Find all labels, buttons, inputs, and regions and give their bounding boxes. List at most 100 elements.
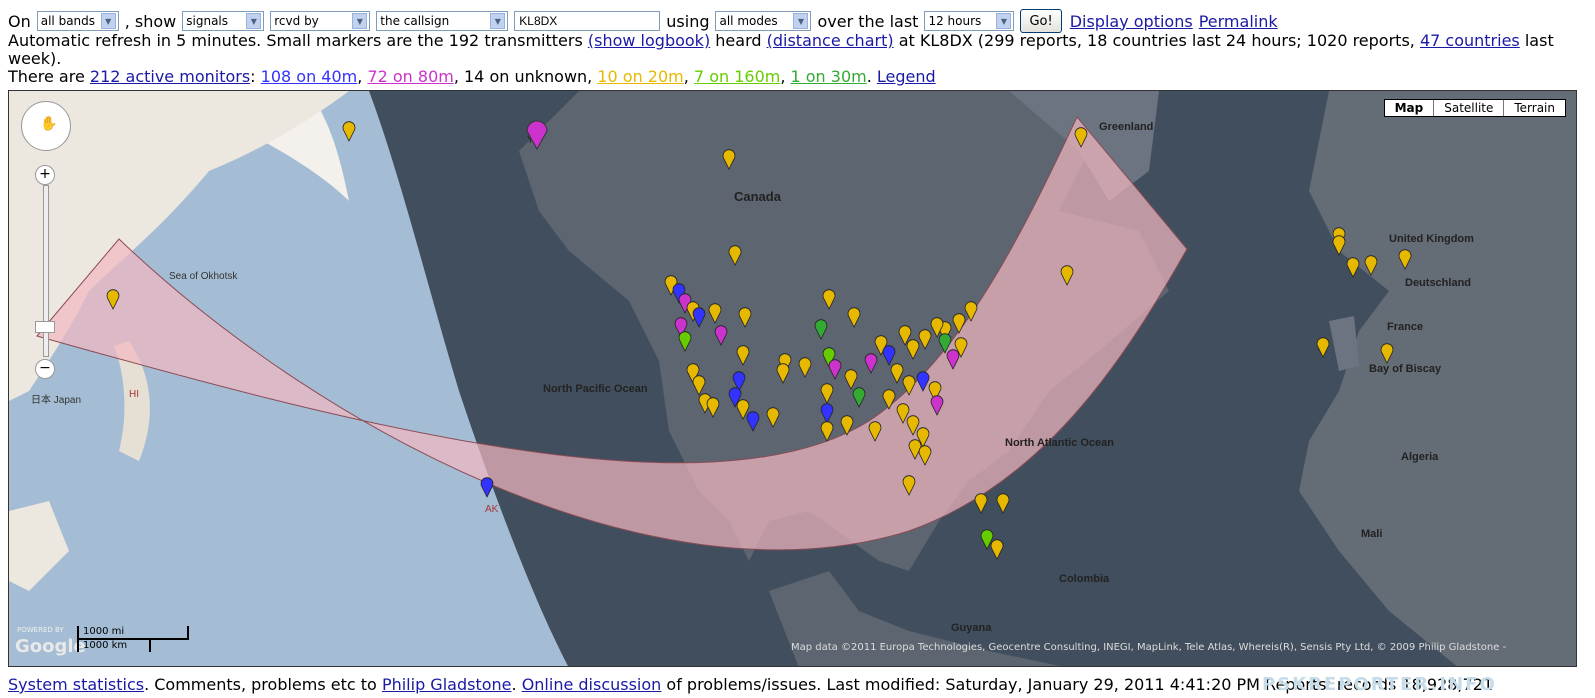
map-marker-icon[interactable] — [736, 345, 750, 366]
show-select[interactable]: signals ▼ — [182, 11, 265, 31]
modes-select[interactable]: all modes ▼ — [715, 11, 812, 31]
countries-link[interactable]: 47 countries — [1420, 31, 1520, 50]
map-marker-icon[interactable] — [714, 325, 728, 346]
author-link[interactable]: Philip Gladstone — [382, 675, 512, 694]
map-marker-icon[interactable] — [964, 301, 978, 322]
map-marker-icon[interactable] — [820, 403, 834, 424]
map-marker-icon[interactable] — [1380, 343, 1394, 364]
map-marker-icon[interactable] — [974, 493, 988, 514]
pan-control[interactable]: ✋ — [21, 101, 71, 151]
map-marker-icon[interactable] — [990, 539, 1004, 560]
chevron-down-icon: ▼ — [490, 13, 506, 29]
map-marker-icon[interactable] — [918, 445, 932, 466]
map-marker-icon[interactable] — [822, 289, 836, 310]
map-marker-icon[interactable] — [1060, 265, 1074, 286]
show-logbook-link[interactable]: (show logbook) — [588, 31, 710, 50]
markers-layer — [106, 120, 1412, 560]
bands-select[interactable]: all bands ▼ — [36, 11, 119, 31]
over-label: over the last — [817, 11, 919, 31]
callsign-input[interactable] — [514, 11, 661, 31]
map-type-terrain-button[interactable]: Terrain — [1503, 100, 1565, 116]
map-marker-icon[interactable] — [916, 371, 930, 392]
map-marker-icon[interactable] — [692, 375, 706, 396]
band-160m-link[interactable]: 7 on 160m — [694, 67, 780, 86]
map-marker-icon[interactable] — [828, 359, 842, 380]
summary-text: Automatic refresh in 5 minutes. Small ma… — [8, 31, 1554, 68]
map-view[interactable]: Canada Greenland North Pacific Ocean Nor… — [8, 90, 1577, 667]
map-marker-icon[interactable] — [852, 387, 866, 408]
band-40m-link[interactable]: 108 on 40m — [261, 67, 358, 86]
map-marker-icon[interactable] — [480, 477, 494, 498]
map-marker-icon[interactable] — [746, 411, 760, 432]
on-label: On — [8, 11, 31, 31]
map-marker-icon[interactable] — [840, 415, 854, 436]
map-marker-icon[interactable] — [728, 245, 742, 266]
display-options-link[interactable]: Display options — [1070, 12, 1193, 31]
map-marker-icon[interactable] — [766, 407, 780, 428]
map-marker-icon[interactable] — [1074, 127, 1088, 148]
map-marker-icon[interactable] — [996, 493, 1010, 514]
chevron-down-icon: ▼ — [996, 13, 1012, 29]
band-80m-link[interactable]: 72 on 80m — [367, 67, 453, 86]
map-marker-icon[interactable] — [938, 333, 952, 354]
map-marker-icon[interactable] — [864, 353, 878, 374]
map-marker-icon[interactable] — [1398, 249, 1412, 270]
system-statistics-link[interactable]: System statistics — [8, 675, 144, 694]
permalink-link[interactable]: Permalink — [1199, 12, 1278, 31]
map-marker-icon[interactable] — [106, 289, 120, 310]
map-marker-icon[interactable] — [882, 345, 896, 366]
target-select[interactable]: the callsign ▼ — [376, 11, 509, 31]
map-marker-icon[interactable] — [798, 357, 812, 378]
go-button[interactable]: Go! — [1020, 9, 1062, 33]
chevron-down-icon: ▼ — [793, 13, 809, 29]
map-marker-icon[interactable] — [1316, 337, 1330, 358]
zoom-slider-handle[interactable] — [35, 321, 55, 333]
map-marker-icon[interactable] — [952, 313, 966, 334]
period-select[interactable]: 12 hours ▼ — [924, 11, 1015, 31]
map-marker-icon[interactable] — [706, 397, 720, 418]
map-marker-icon[interactable] — [1346, 257, 1360, 278]
scale-bar-km: 1000 km — [77, 640, 151, 652]
online-discussion-link[interactable]: Online discussion — [522, 675, 662, 694]
hand-icon: ✋ — [40, 116, 58, 132]
band-20m-link[interactable]: 10 on 20m — [597, 67, 683, 86]
map-marker-icon[interactable] — [906, 339, 920, 360]
map-type-satellite-button[interactable]: Satellite — [1433, 100, 1503, 116]
map-marker-icon[interactable] — [722, 149, 736, 170]
map-marker-icon[interactable] — [678, 331, 692, 352]
distance-chart-link[interactable]: (distance chart) — [767, 31, 894, 50]
map-marker-icon[interactable] — [868, 421, 882, 442]
active-monitors-link[interactable]: 212 active monitors — [90, 67, 250, 86]
chevron-down-icon: ▼ — [352, 13, 368, 29]
legend-link[interactable]: Legend — [877, 67, 936, 86]
query-controls: On all bands ▼ , show signals ▼ rcvd by ▼ t… — [8, 9, 1278, 33]
map-marker-icon[interactable] — [918, 329, 932, 350]
zoom-out-button[interactable]: − — [35, 359, 55, 379]
map-marker-icon[interactable] — [814, 319, 828, 340]
map-marker-icon[interactable] — [930, 395, 944, 416]
map-marker-icon[interactable] — [890, 363, 904, 384]
direction-select[interactable]: rcvd by ▼ — [270, 11, 371, 31]
map-marker-icon[interactable] — [946, 349, 960, 370]
map-marker-icon[interactable] — [738, 307, 752, 328]
map-marker-icon[interactable] — [847, 307, 861, 328]
map-marker-icon[interactable] — [820, 383, 834, 404]
home-station-marker-icon[interactable] — [526, 120, 548, 151]
map-marker-icon[interactable] — [1364, 255, 1378, 276]
map-marker-icon[interactable] — [820, 421, 834, 442]
map-marker-icon[interactable] — [844, 369, 858, 390]
map-marker-icon[interactable] — [692, 307, 706, 328]
map-marker-icon[interactable] — [342, 121, 356, 142]
map-marker-icon[interactable] — [902, 475, 916, 496]
google-logo[interactable]: Google — [15, 636, 86, 657]
map-marker-icon[interactable] — [776, 363, 790, 384]
band-30m-link[interactable]: 1 on 30m — [791, 67, 867, 86]
map-marker-icon[interactable] — [902, 375, 916, 396]
map-type-switch[interactable]: Map Satellite Terrain — [1383, 99, 1566, 117]
map-marker-icon[interactable] — [882, 389, 896, 410]
map-marker-icon[interactable] — [1332, 235, 1346, 256]
zoom-in-button[interactable]: + — [35, 165, 55, 185]
pskreporter-logo: PSKREPORTER.INFO — [1262, 674, 1497, 695]
map-type-map-button[interactable]: Map — [1385, 100, 1434, 116]
map-marker-icon[interactable] — [708, 303, 722, 324]
